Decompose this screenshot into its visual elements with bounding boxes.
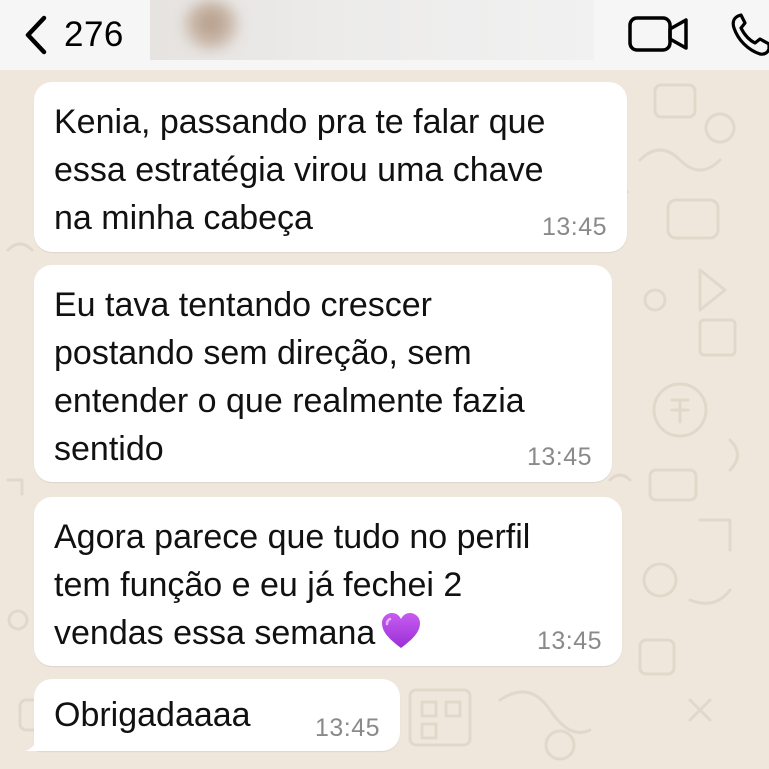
chevron-left-icon xyxy=(25,15,47,55)
message-time: 13:45 xyxy=(526,443,592,471)
message-bubble[interactable]: Kenia, passando pra te falar que essa es… xyxy=(34,82,627,252)
message-time: 13:45 xyxy=(536,627,602,655)
message-text-content: Agora parece que tudo no perfil tem funç… xyxy=(54,518,531,652)
message-time: 13:45 xyxy=(541,213,607,241)
unread-count: 276 xyxy=(64,15,124,54)
message-text: Eu tava tentando crescer postando sem di… xyxy=(54,286,525,468)
chat-header: 276 xyxy=(0,0,769,70)
message-time: 13:45 xyxy=(314,714,380,742)
back-button[interactable]: 276 xyxy=(22,12,124,58)
contact-info-blurred[interactable] xyxy=(150,0,594,60)
avatar[interactable] xyxy=(180,0,242,52)
message-text: Kenia, passando pra te falar que essa es… xyxy=(54,103,546,237)
message-bubble[interactable]: Agora parece que tudo no perfil tem funç… xyxy=(34,497,622,666)
phone-icon xyxy=(731,13,769,56)
video-camera-icon xyxy=(628,16,688,52)
message-bubble[interactable]: Eu tava tentando crescer postando sem di… xyxy=(34,265,612,482)
bubble-tail xyxy=(26,731,42,751)
purple-heart-emoji xyxy=(382,613,421,648)
voice-call-button[interactable] xyxy=(730,12,769,61)
message-text: Agora parece que tudo no perfil tem funç… xyxy=(54,513,600,657)
video-call-button[interactable] xyxy=(627,14,691,59)
message-bubble[interactable]: Obrigadaaaa 13:45 xyxy=(26,679,400,751)
